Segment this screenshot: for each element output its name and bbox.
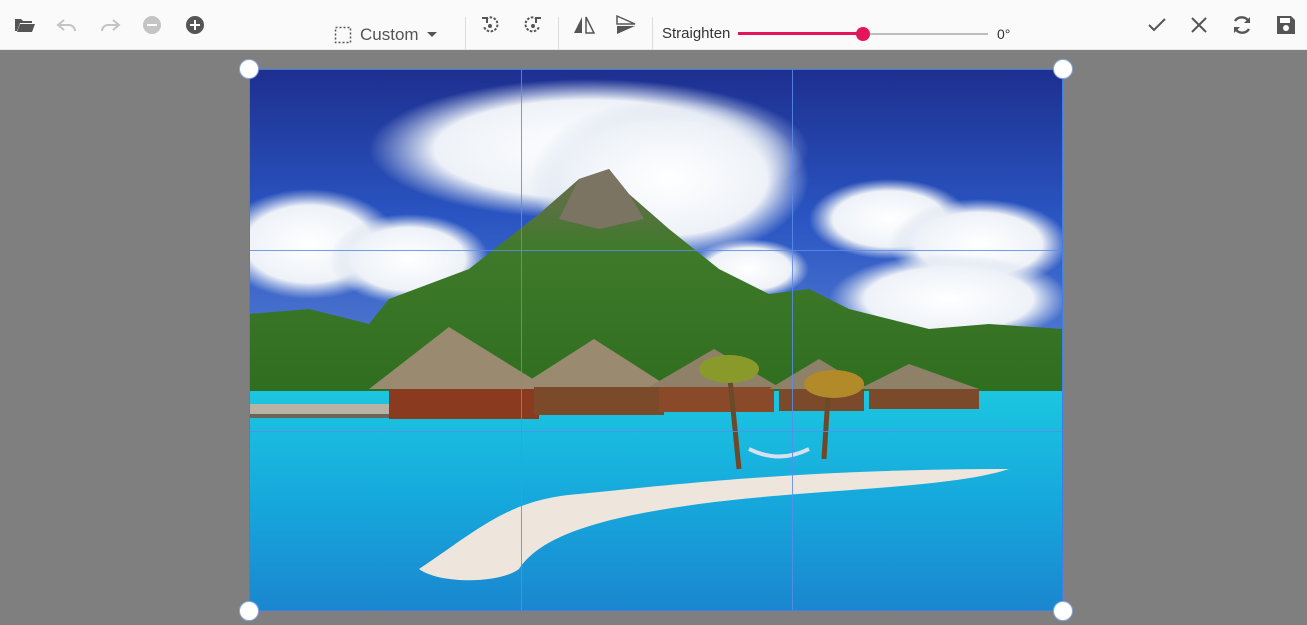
crop-handle-top-right[interactable] (1053, 59, 1073, 79)
undo-button[interactable] (52, 10, 82, 40)
flip-vertical-icon (616, 15, 636, 34)
crop-handle-top-left[interactable] (239, 59, 259, 79)
straighten-value: 0° (997, 26, 1011, 42)
slider-fill (738, 32, 863, 35)
toolbar-divider (465, 17, 466, 49)
slider-thumb[interactable] (856, 27, 870, 41)
close-icon (1191, 17, 1207, 33)
zoom-in-button[interactable] (180, 10, 210, 40)
flip-horizontal-button[interactable] (569, 10, 599, 40)
straighten-slider[interactable] (738, 26, 988, 42)
apply-button[interactable] (1142, 10, 1172, 40)
zoom-in-icon (186, 16, 204, 34)
folder-open-icon (15, 19, 35, 32)
toolbar-divider (558, 17, 559, 49)
flip-vertical-button[interactable] (611, 10, 641, 40)
rotate-left-button[interactable] (475, 10, 505, 40)
reset-button[interactable] (1227, 10, 1257, 40)
save-icon (1277, 16, 1295, 34)
image-editor-toolbar: Custom Straighten 0° (0, 0, 1307, 50)
rotate-right-icon (524, 16, 541, 33)
open-button[interactable] (10, 10, 40, 40)
edited-image[interactable] (249, 69, 1063, 611)
tropical-island-photo (249, 69, 1063, 611)
refresh-icon (1233, 16, 1251, 34)
straighten-label: Straighten (662, 25, 731, 42)
rotate-right-button[interactable] (518, 10, 548, 40)
save-button[interactable] (1271, 10, 1301, 40)
redo-icon (101, 19, 121, 32)
toolbar-divider (652, 17, 653, 49)
redo-button[interactable] (95, 10, 125, 40)
crop-handle-bottom-left[interactable] (239, 601, 259, 621)
check-icon (1148, 18, 1166, 32)
crop-handle-bottom-right[interactable] (1053, 601, 1073, 621)
aspect-ratio-dropdown[interactable]: Custom (334, 22, 437, 48)
zoom-out-button[interactable] (137, 10, 167, 40)
cancel-button[interactable] (1184, 10, 1214, 40)
dotted-square-icon (334, 26, 352, 44)
rotate-left-icon (482, 16, 499, 33)
undo-icon (56, 19, 76, 32)
flip-horizontal-icon (574, 16, 595, 34)
aspect-ratio-label: Custom (360, 25, 419, 44)
zoom-out-icon (143, 16, 161, 34)
caret-down-icon (426, 32, 437, 37)
